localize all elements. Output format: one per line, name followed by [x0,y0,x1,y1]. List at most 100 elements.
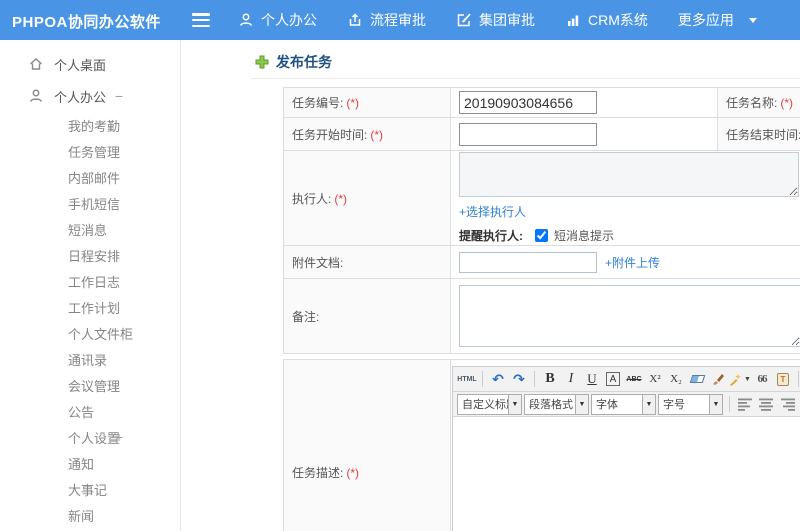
nav-item[interactable]: 个人办公 [238,10,317,30]
editor-select-0[interactable]: 自定义标题▼ [457,393,522,415]
collapse-toggle[interactable]: − [112,88,126,104]
align-right-icon [780,398,795,411]
redo-button[interactable]: ↷ [509,369,529,389]
underline-button[interactable]: U [582,369,602,389]
eraser-icon [689,375,705,383]
table-row: 任务描述: (*) HTML ↶ ↷ B I U A ABC X² X₂ ▼ 6… [283,359,800,531]
align-center-button[interactable] [756,395,776,413]
remove-format-button[interactable]: A [603,369,623,389]
sidebar-item[interactable]: 日程安排 [0,242,180,268]
sidebar-item[interactable]: 个人设置 + [0,424,180,450]
remind-label: 提醒执行人: [459,229,523,243]
edit-icon [457,13,471,27]
start-time-label-cell: 任务开始时间: (*) [283,117,451,151]
topbar: PHPOA协同办公软件 个人办公 流程审批 集团审批 CRM系统 更多应用 [0,0,800,40]
sms-remind-checkbox[interactable] [535,229,548,242]
start-time-input[interactable] [459,122,597,146]
sidebar-item[interactable]: 通讯录 [0,346,180,372]
align-left-button[interactable] [735,395,755,413]
executor-label-cell: 执行人: (*) [283,150,451,246]
caret-down-icon: ▼ [575,394,588,414]
attachment-upload-link[interactable]: +附件上传 [605,254,660,271]
sidebar-item[interactable]: 通知 [0,450,180,476]
attachment-label-cell: 附件文档: [283,245,451,279]
home-icon [30,58,42,70]
sidebar-item[interactable]: 个人办公 − [0,80,180,112]
quick-format-button[interactable]: ▼ [729,369,751,389]
chart-icon [568,15,579,26]
sidebar-item[interactable]: 公告 [0,398,180,424]
align-center-icon [758,398,773,411]
sidebar-item[interactable]: 个人文件柜 [0,320,180,346]
remark-label-cell: 备注: [283,278,451,354]
editor-select-2[interactable]: 字体 ▼ [591,393,656,415]
nav-item[interactable]: CRM系统 [565,10,648,30]
paste-plain-button[interactable]: T [773,369,793,389]
expand-toggle[interactable]: + [112,429,126,445]
caret-down-icon: ▼ [709,394,722,414]
editor-content-area[interactable] [453,417,800,531]
superscript-button[interactable]: X² [645,369,665,389]
task-no-label-cell: 任务编号: (*) [283,87,451,118]
flow-icon [349,13,361,26]
blockquote-button[interactable]: 66 [752,369,772,389]
align-left-icon [737,398,752,411]
undo-button[interactable]: ↶ [488,369,508,389]
sidebar-item[interactable]: 工作日志 [0,268,180,294]
table-row: 附件文档: +附件上传 [283,245,800,279]
html-source-button[interactable]: HTML [457,369,477,389]
user-icon [240,13,252,26]
table-row: 任务编号:(*) 任务名称:(*) [283,87,800,118]
caret-down-icon [748,17,757,23]
sidebar-item[interactable]: 工作计划 [0,294,180,320]
italic-button[interactable]: I [561,369,581,389]
user-icon [30,89,42,102]
wand-icon [730,373,741,386]
main-content: 发布任务 任务编号:(*) 任务名称:(*) 任务开始时间:(*) [181,40,800,531]
task-no-input[interactable] [459,91,597,114]
sidebar-item[interactable]: 短消息 [0,216,180,242]
strikethrough-button[interactable]: ABC [624,369,644,389]
executor-textarea[interactable] [459,152,799,197]
subscript-button[interactable]: X₂ [666,369,686,389]
nav-item[interactable]: 流程审批 [347,10,426,30]
nav-item[interactable]: 更多应用 [678,10,757,30]
sidebar-item[interactable]: 个人桌面 [0,48,180,80]
editor-toolbar-row2: 自定义标题▼段落格式▼字体▼字号▼ [453,392,800,417]
editor-select-3[interactable]: 字号 ▼ [658,393,723,415]
attachment-input[interactable] [459,251,597,273]
sidebar-item[interactable]: 我的考勤 [0,112,180,138]
end-time-label-cell: 任务结束时间:(*) [717,117,800,151]
clipboard-icon: T [776,372,789,386]
description-label-cell: 任务描述: (*) [283,359,451,531]
eraser-button[interactable] [687,369,707,389]
sidebar-item[interactable]: 新闻 [0,502,180,528]
plus-icon [255,55,269,69]
bold-button[interactable]: B [540,369,560,389]
editor-select-1[interactable]: 段落格式 ▼ [524,393,589,415]
page-title: 发布任务 [255,52,332,72]
caret-down-icon: ▼ [642,394,655,414]
sidebar-item[interactable]: 内部邮件 [0,164,180,190]
app-logo[interactable]: PHPOA协同办公软件 [12,11,161,32]
format-brush-button[interactable] [708,369,728,389]
table-row: 执行人: (*) +选择执行人 提醒执行人: 短消息提示 [283,150,800,246]
task-form: 任务编号:(*) 任务名称:(*) 任务开始时间:(*) 任务结束时间 [283,87,800,531]
remark-textarea[interactable] [459,285,800,347]
brush-icon [713,374,724,385]
sidebar-item[interactable]: 手机短信 [0,190,180,216]
menu-toggle-icon[interactable] [192,13,210,27]
sidebar-item[interactable]: 任务管理 [0,138,180,164]
editor-toolbar-row1: HTML ↶ ↷ B I U A ABC X² X₂ ▼ 66 T [453,367,800,392]
align-right-button[interactable] [777,395,797,413]
sidebar-item[interactable]: 会议管理 [0,372,180,398]
table-row: 任务开始时间:(*) 任务结束时间:(*) [283,117,800,151]
table-row: 备注: [283,278,800,354]
rich-text-editor: HTML ↶ ↷ B I U A ABC X² X₂ ▼ 66 T 自定义标 ▼… [452,366,800,531]
task-name-label-cell: 任务名称: (*) [717,87,800,118]
select-executor-link[interactable]: +选择执行人 [459,205,526,219]
caret-down-icon: ▼ [508,394,521,414]
sidebar-item[interactable]: 大事记 [0,476,180,502]
top-navigation: 个人办公 流程审批 集团审批 CRM系统 更多应用 [238,0,757,40]
nav-item[interactable]: 集团审批 [456,10,535,30]
